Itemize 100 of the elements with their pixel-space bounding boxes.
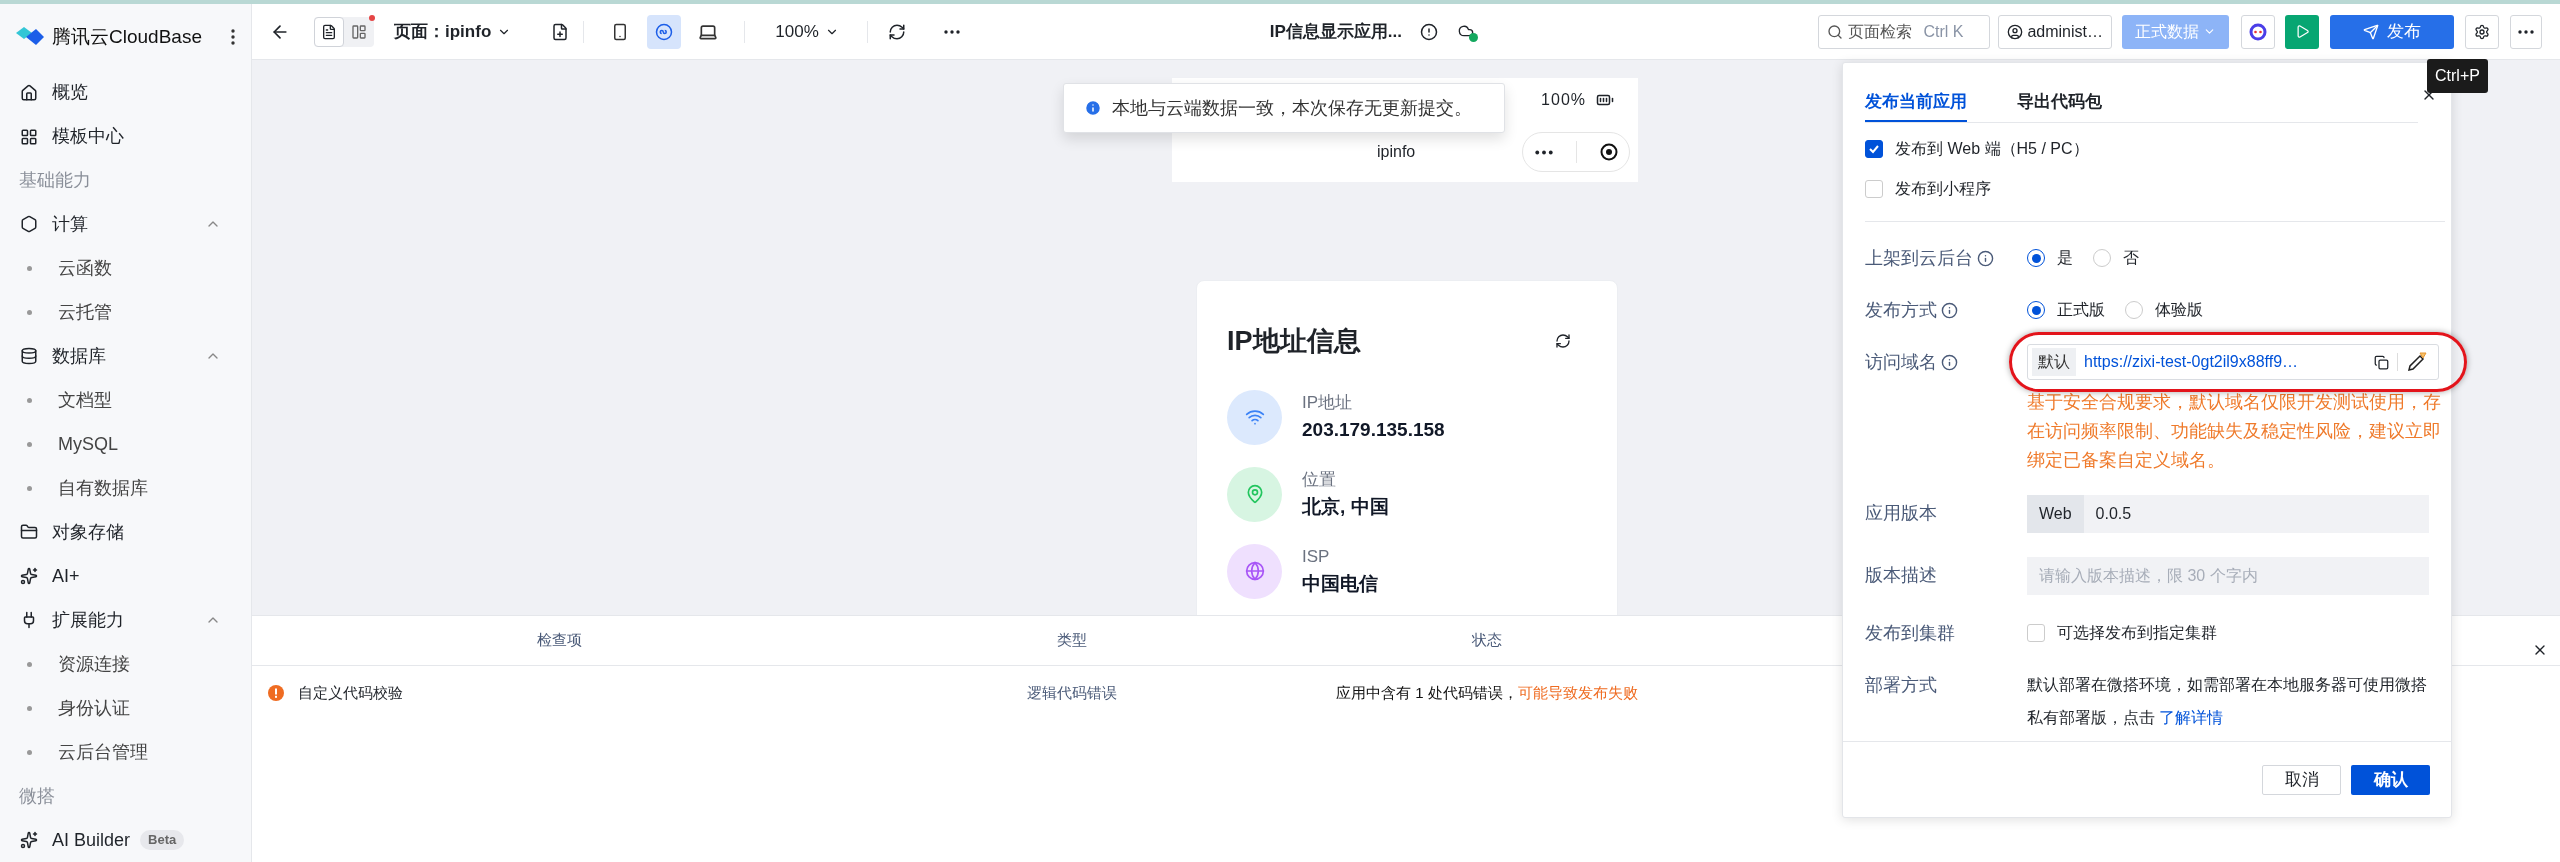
nav-subitem[interactable]: 云后台管理 bbox=[0, 730, 251, 775]
nav-item[interactable]: AI+ bbox=[0, 554, 251, 599]
edit-icon[interactable] bbox=[2406, 351, 2428, 373]
nav-item[interactable]: 扩展能力 bbox=[0, 598, 251, 643]
settings-button[interactable] bbox=[2465, 14, 2499, 49]
more-icon bbox=[1534, 149, 1553, 155]
hexagon-icon bbox=[20, 215, 38, 234]
warning-icon bbox=[268, 685, 284, 701]
settings-icon bbox=[2474, 23, 2490, 40]
more-icon[interactable] bbox=[231, 29, 235, 46]
bullet-icon bbox=[27, 705, 32, 711]
shortcut-tooltip: Ctrl+P bbox=[2427, 59, 2488, 93]
table-cell-text: 自定义代码校验 bbox=[298, 682, 403, 703]
nav-subitem[interactable]: 身份认证 bbox=[0, 686, 251, 731]
cancel-button[interactable]: 取消 bbox=[2262, 764, 2341, 795]
more-button[interactable] bbox=[2510, 14, 2542, 49]
page-search-field[interactable]: 页面检索 Ctrl K bbox=[1818, 14, 1991, 49]
radio-option[interactable]: 否 bbox=[2093, 246, 2139, 270]
info-label: 位置 bbox=[1302, 469, 1337, 491]
target-icon bbox=[1599, 143, 1618, 161]
nav-subitem[interactable]: 自有数据库 bbox=[0, 466, 251, 511]
copy-icon[interactable] bbox=[2374, 354, 2389, 370]
nav-item[interactable]: 数据库 bbox=[0, 334, 251, 379]
view-toggle[interactable] bbox=[314, 16, 344, 47]
target-checkbox[interactable]: 发布到 Web 端（H5 / PC） bbox=[1865, 131, 2445, 167]
bullet-icon bbox=[27, 749, 32, 755]
field-label: 发布到集群 bbox=[1865, 621, 1955, 645]
layout-icon bbox=[351, 23, 367, 40]
toast-message: 本地与云端数据一致，本次保存无更新提交。 bbox=[1112, 96, 1472, 120]
alert-icon[interactable] bbox=[1420, 22, 1438, 41]
description-field[interactable]: 请输入版本描述，限 30 个字内 bbox=[2027, 557, 2429, 595]
nav-item[interactable]: 模板中心 bbox=[0, 114, 251, 159]
app-title: IP信息显示应用... bbox=[1269, 20, 1402, 43]
more-icon bbox=[2518, 29, 2534, 34]
info-label: ISP bbox=[1302, 546, 1331, 568]
nav-item[interactable]: AI Builder Beta bbox=[0, 818, 251, 862]
radio-option[interactable]: 正式版 bbox=[2027, 298, 2105, 322]
sparkle-icon bbox=[20, 831, 38, 849]
bullet-icon bbox=[27, 441, 32, 447]
grid-icon bbox=[20, 127, 38, 146]
table-cell-text: 应用中含有 1 处代码错误，可能导致发布失败 bbox=[1336, 682, 1638, 703]
assistant-button[interactable] bbox=[2241, 14, 2275, 49]
robot-icon bbox=[2249, 22, 2267, 41]
nav-subitem[interactable]: 资源连接 bbox=[0, 642, 251, 687]
zoom-selector[interactable]: 100% bbox=[775, 18, 839, 45]
home-icon bbox=[20, 83, 38, 102]
info-value: 中国电信 bbox=[1302, 571, 1378, 596]
nav-subitem[interactable]: 云托管 bbox=[0, 290, 251, 335]
nav-heading: 微搭 bbox=[19, 784, 55, 808]
info-icon[interactable] bbox=[1941, 353, 1958, 371]
deploy-description: 默认部署在微搭环境，如需部署在本地服务器可使用微搭私有部署版，点击 了解详情 bbox=[2027, 675, 2428, 728]
play-icon bbox=[2294, 24, 2310, 39]
nav-item[interactable]: 计算 bbox=[0, 202, 251, 247]
nav-subitem[interactable]: MySQL bbox=[0, 422, 251, 467]
confirm-button[interactable]: 确认 bbox=[2351, 764, 2430, 795]
nav-item[interactable]: 对象存储 bbox=[0, 510, 251, 555]
sparkle-icon bbox=[20, 567, 38, 586]
table-cell-text: 逻辑代码错误 bbox=[1027, 682, 1117, 703]
send-icon bbox=[2363, 23, 2379, 40]
field-label: 访问域名 bbox=[1865, 350, 1937, 374]
refresh-icon[interactable] bbox=[1555, 333, 1571, 350]
field-label: 应用版本 bbox=[1865, 501, 1937, 525]
card-title: IP地址信息 bbox=[1227, 325, 1361, 358]
nav-subitem[interactable]: 云函数 bbox=[0, 246, 251, 291]
bullet-icon bbox=[27, 661, 32, 667]
version-field: Web 0.0.5 bbox=[2027, 495, 2429, 533]
run-button[interactable] bbox=[2285, 14, 2319, 49]
field-label: 版本描述 bbox=[1865, 563, 1937, 587]
panel-tab[interactable]: 导出代码包 bbox=[2017, 88, 2102, 122]
info-icon[interactable] bbox=[1941, 301, 1958, 319]
panel-tab[interactable]: 发布当前应用 bbox=[1865, 88, 1967, 122]
user-button[interactable]: administ… bbox=[1998, 14, 2112, 49]
learn-more-link[interactable]: 了解详情 bbox=[2159, 709, 2224, 726]
domain-link[interactable]: https://zixi-test-0gt2il9x88ff9… bbox=[2084, 350, 2299, 374]
bullet-icon bbox=[27, 265, 32, 271]
page-selector[interactable]: 页面：ipinfo bbox=[394, 18, 512, 45]
device-button[interactable] bbox=[647, 14, 682, 49]
user-icon bbox=[2007, 23, 2024, 40]
field-label: 上架到云后台 bbox=[1865, 246, 1973, 270]
add-page-icon[interactable] bbox=[551, 22, 570, 41]
target-checkbox[interactable]: 发布到小程序 bbox=[1865, 171, 2445, 207]
column-header: 类型 bbox=[1057, 630, 1087, 651]
refresh-icon[interactable] bbox=[887, 22, 906, 41]
info-icon[interactable] bbox=[1977, 249, 1994, 267]
nav-item[interactable]: 概览 bbox=[0, 70, 251, 115]
cluster-checkbox[interactable]: 可选择发布到指定集群 bbox=[2027, 615, 2217, 651]
radio-option[interactable]: 是 bbox=[2027, 246, 2073, 270]
info-value: 203.179.135.158 bbox=[1302, 417, 1445, 442]
domain-warning: 基于安全合规要求，默认域名仅限开发测试使用，存在访问频率限制、功能缺失及稳定性风险，建议立即绑定已备案自定义域名。 bbox=[2027, 391, 2442, 472]
logo-icon bbox=[16, 27, 44, 48]
bullet-icon bbox=[27, 309, 32, 315]
radio-option[interactable]: 体验版 bbox=[2125, 298, 2203, 322]
field-label: 发布方式 bbox=[1865, 298, 1937, 322]
publish-button[interactable]: 发布 bbox=[2330, 14, 2454, 49]
bullet-icon bbox=[27, 485, 32, 491]
nav-subitem[interactable]: 文档型 bbox=[0, 378, 251, 423]
beta-badge: Beta bbox=[140, 830, 185, 850]
column-header: 检查项 bbox=[537, 630, 582, 651]
info-icon bbox=[1084, 99, 1102, 117]
folder-icon bbox=[20, 523, 38, 542]
